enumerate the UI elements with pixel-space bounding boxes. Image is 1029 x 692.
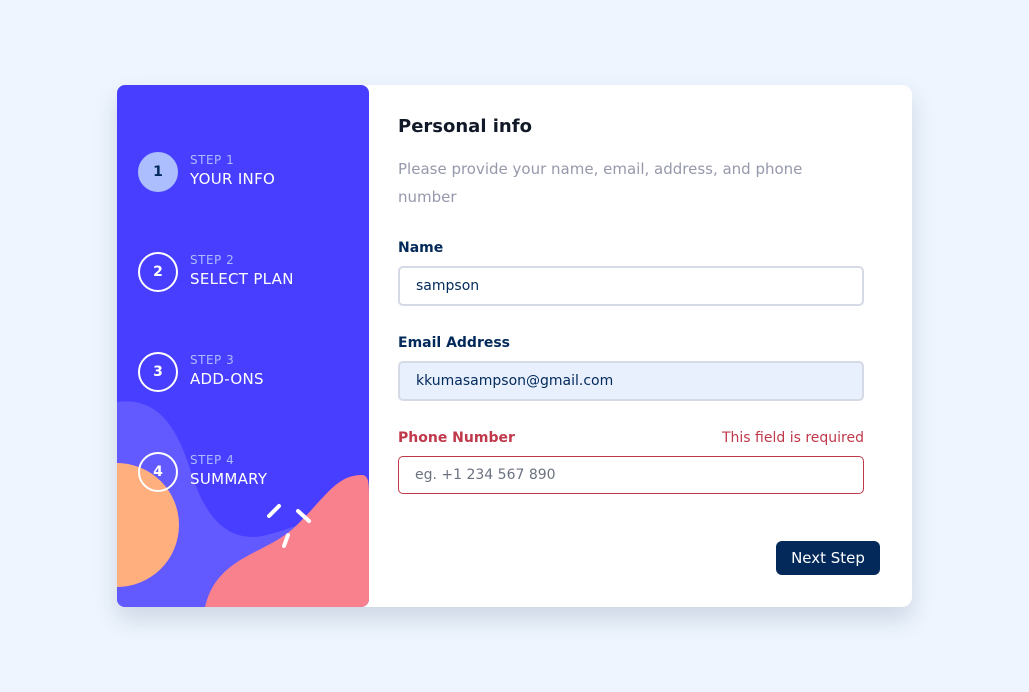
sidebar-step-summary[interactable]: 4 STEP 4 SUMMARY <box>138 452 358 492</box>
next-step-button[interactable]: Next Step <box>776 541 880 575</box>
step-label: STEP 2 <box>190 253 235 267</box>
form-title: Personal info <box>398 116 532 137</box>
email-label: Email Address <box>398 335 511 351</box>
phone-input[interactable] <box>398 456 864 494</box>
sidebar-step-your-info[interactable]: 1 STEP 1 YOUR INFO <box>138 152 358 192</box>
step-title: SELECT PLAN <box>190 270 294 288</box>
step-number-badge: 3 <box>138 352 178 392</box>
step-label: STEP 3 <box>190 353 235 367</box>
name-label: Name <box>398 240 444 256</box>
email-input[interactable] <box>398 361 864 401</box>
step-number-badge: 1 <box>138 152 178 192</box>
name-input[interactable] <box>398 266 864 306</box>
phone-label: Phone Number <box>398 430 515 446</box>
step-label: STEP 4 <box>190 453 235 467</box>
step-title: ADD-ONS <box>190 370 264 388</box>
form-subtitle: Please provide your name, email, address… <box>398 160 803 206</box>
form-card: 1 STEP 1 YOUR INFO 2 STEP 2 SELECT PLAN … <box>117 85 912 607</box>
sidebar-step-add-ons[interactable]: 3 STEP 3 ADD-ONS <box>138 352 358 392</box>
steps-sidebar: 1 STEP 1 YOUR INFO 2 STEP 2 SELECT PLAN … <box>117 85 369 607</box>
sidebar-step-select-plan[interactable]: 2 STEP 2 SELECT PLAN <box>138 252 358 292</box>
personal-info-form: Personal info Please provide your name, … <box>398 85 898 607</box>
step-title: SUMMARY <box>190 470 268 488</box>
step-number-badge: 2 <box>138 252 178 292</box>
step-title: YOUR INFO <box>190 170 276 188</box>
step-label: STEP 1 <box>190 153 235 167</box>
step-number-badge: 4 <box>138 452 178 492</box>
phone-error-message: This field is required <box>721 430 864 446</box>
